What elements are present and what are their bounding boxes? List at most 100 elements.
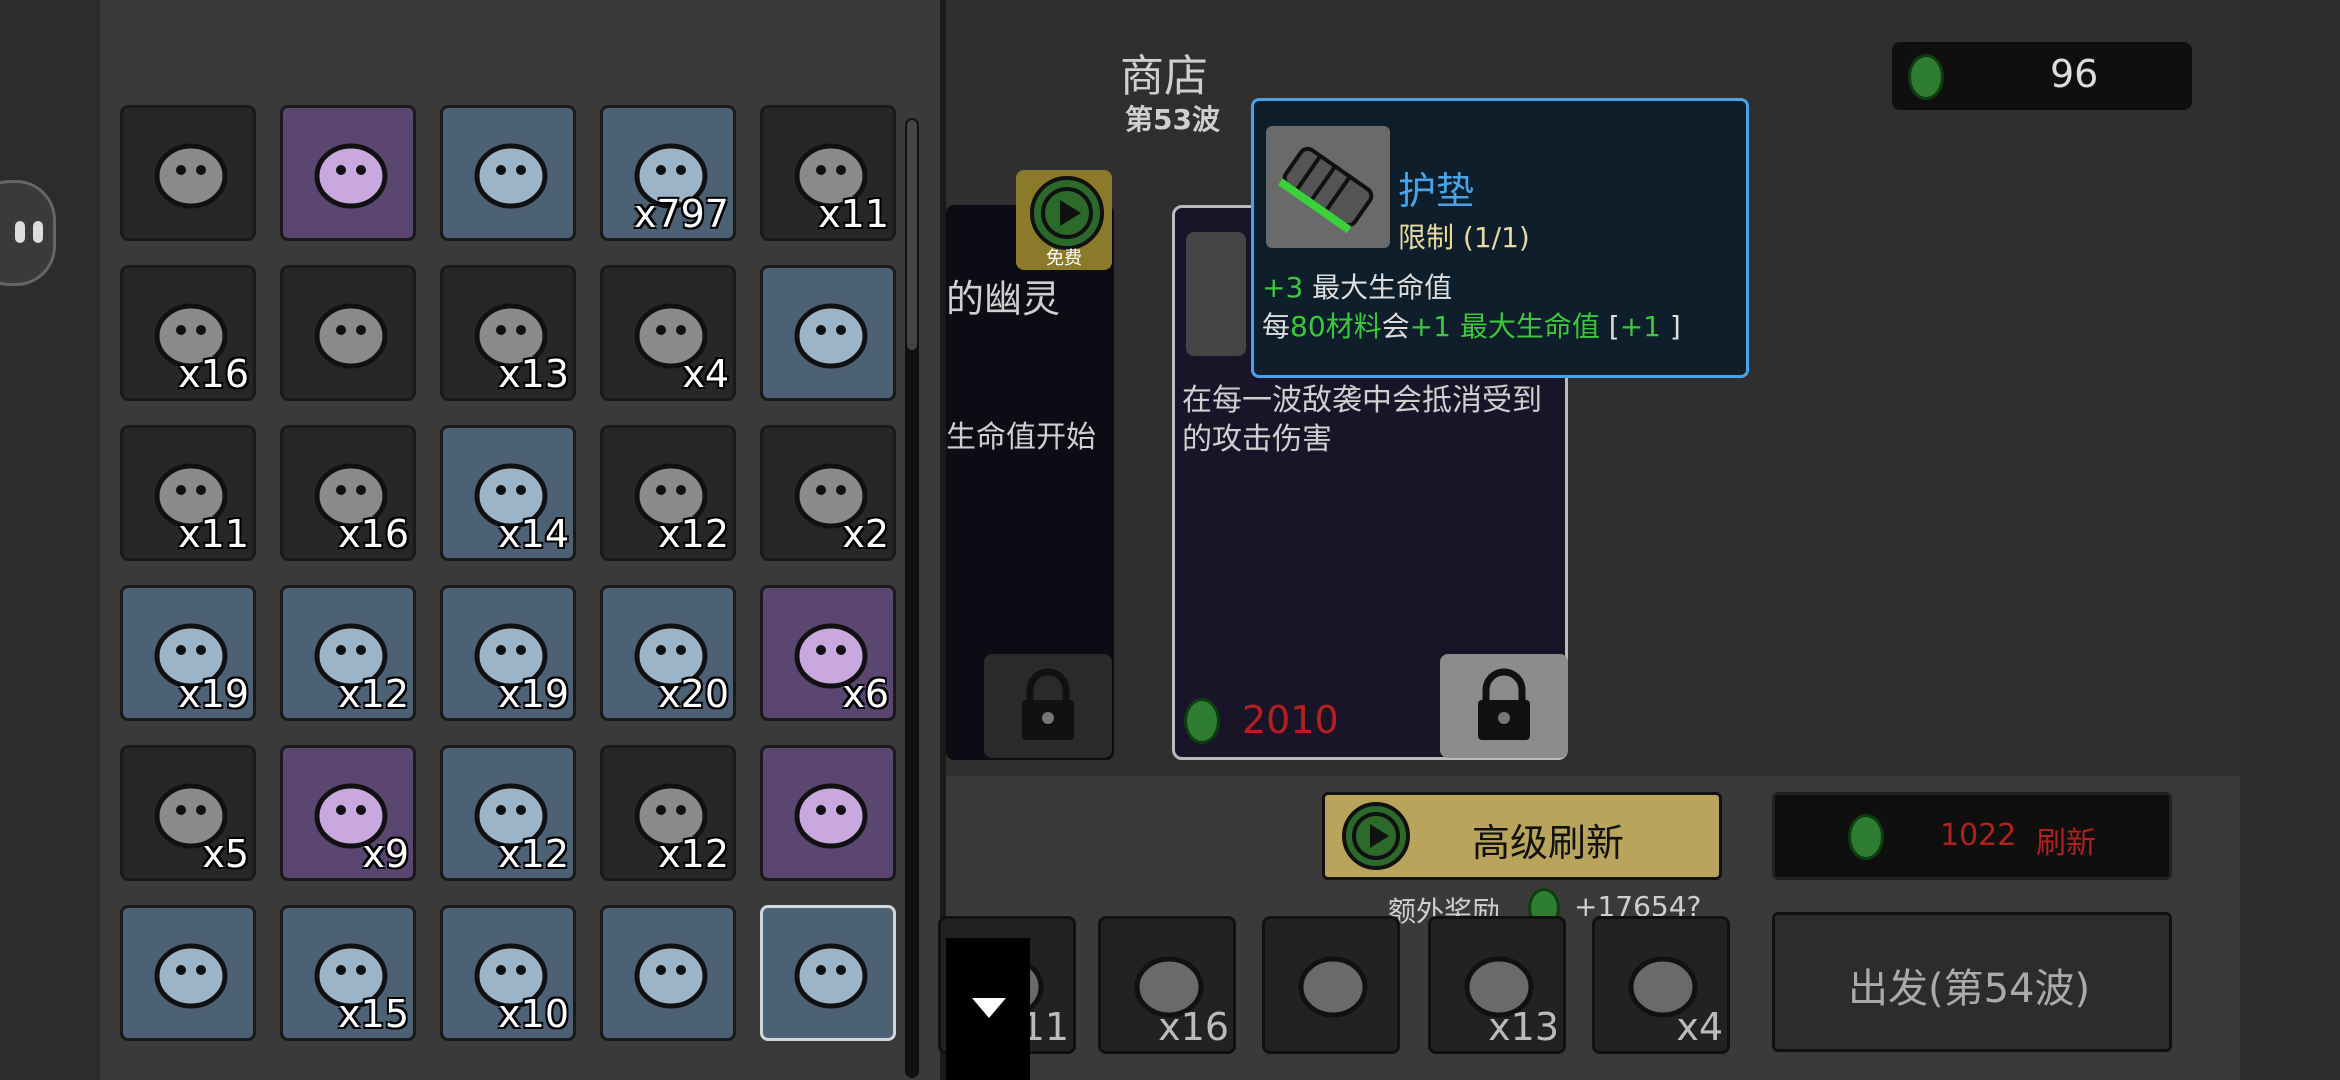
item-count: x19 <box>178 672 249 716</box>
item-count: x14 <box>498 512 569 556</box>
item-count: x9 <box>362 832 409 876</box>
piggy-bank-icon <box>783 286 879 382</box>
item-count: x19 <box>498 672 569 716</box>
shop-title: 商店 <box>1120 51 1208 102</box>
equipped-item-slot[interactable] <box>1262 916 1400 1054</box>
inventory-slot[interactable]: x16 <box>120 265 256 401</box>
inventory-slot[interactable] <box>120 105 256 241</box>
inventory-slot[interactable]: x19 <box>120 585 256 721</box>
equipped-item-slot[interactable]: x13 <box>1428 916 1566 1054</box>
equipped-item-slot[interactable]: x16 <box>1098 916 1236 1054</box>
assistant-bubble-icon[interactable] <box>0 180 56 286</box>
item-count: x12 <box>658 832 729 876</box>
material-coin-icon <box>1184 698 1220 744</box>
item-price: 2010 <box>1242 698 1339 742</box>
inventory-slot[interactable]: x12 <box>280 585 416 721</box>
refresh-label: 刷新 <box>2036 826 2096 861</box>
play-ad-icon[interactable] <box>1030 176 1104 250</box>
inventory-slot[interactable]: x14 <box>440 425 576 561</box>
inventory-slot[interactable] <box>280 265 416 401</box>
tooltip-stat-line1: +3 最大生命值 <box>1262 266 1452 306</box>
item-count: x16 <box>338 512 409 556</box>
tooltip-item-name: 护垫 <box>1398 169 1475 213</box>
inventory-slot[interactable] <box>120 905 256 1041</box>
inventory-slot[interactable]: x16 <box>280 425 416 561</box>
purple-ring-icon <box>143 126 239 222</box>
lock-icon <box>1022 668 1074 740</box>
inventory-scrollbar-thumb[interactable] <box>907 120 917 350</box>
item-count: x16 <box>1158 1005 1229 1049</box>
item-count: x4 <box>682 352 729 396</box>
item-count: x12 <box>658 512 729 556</box>
inventory-slot[interactable]: x9 <box>280 745 416 881</box>
lock-icon <box>1478 668 1530 740</box>
inventory-slot[interactable]: x11 <box>120 425 256 561</box>
materials-value: 96 <box>2050 52 2099 96</box>
inventory-slot[interactable]: x19 <box>440 585 576 721</box>
item-count: x12 <box>498 832 569 876</box>
equipped-item-slot[interactable]: x4 <box>1592 916 1730 1054</box>
inventory-slot[interactable]: x13 <box>440 265 576 401</box>
item-description-line2: 的攻击伤害 <box>1182 422 1332 457</box>
ice-cube-icon <box>143 926 239 1022</box>
material-coin-icon <box>1908 54 1944 100</box>
inventory-slot[interactable] <box>600 905 736 1041</box>
stat-amount: 80材料 <box>1290 310 1382 343</box>
inventory-slot[interactable] <box>760 905 896 1041</box>
item-count: x20 <box>658 672 729 716</box>
play-ad-icon[interactable] <box>1342 802 1410 870</box>
inventory-slot[interactable]: x12 <box>600 745 736 881</box>
inventory-slot[interactable] <box>440 105 576 241</box>
item-count: x2 <box>842 512 889 556</box>
stat-mid: 会 <box>1381 310 1410 343</box>
tooltip-limit: 限制 (1/1) <box>1398 221 1530 254</box>
lock-button[interactable] <box>1440 654 1568 758</box>
right-edge <box>2240 0 2340 1080</box>
inventory-slot[interactable]: x6 <box>760 585 896 721</box>
item-count: x13 <box>498 352 569 396</box>
stat-value: +3 <box>1262 271 1304 304</box>
item-count: x4 <box>1676 1005 1723 1049</box>
stat-prefix: 每 <box>1262 310 1291 343</box>
item-count: x13 <box>1488 1005 1559 1049</box>
inventory-slot[interactable] <box>280 105 416 241</box>
tooltip-stat-line2: 每80材料会+1 最大生命值 [+1 ] <box>1262 305 1681 345</box>
inventory-slot[interactable]: x12 <box>440 745 576 881</box>
inventory-slot[interactable]: x2 <box>760 425 896 561</box>
chevron-down-icon <box>972 998 1006 1018</box>
padding-icon <box>783 926 879 1022</box>
ruined-house-icon <box>623 926 719 1022</box>
inventory-slot[interactable]: x12 <box>600 425 736 561</box>
item-count: x15 <box>338 992 409 1036</box>
lock-button[interactable] <box>984 654 1112 758</box>
tooth-icon <box>303 286 399 382</box>
item-count: x5 <box>202 832 249 876</box>
material-coin-icon <box>1848 814 1884 860</box>
inventory-slot[interactable]: x10 <box>440 905 576 1041</box>
padding-icon <box>1266 126 1390 248</box>
left-edge <box>0 0 100 1080</box>
inventory-slot[interactable]: x4 <box>600 265 736 401</box>
bracket-close: ] <box>1660 310 1681 343</box>
inventory-slot[interactable] <box>760 745 896 881</box>
inventory-slot[interactable] <box>760 265 896 401</box>
inventory-slot[interactable]: x15 <box>280 905 416 1041</box>
inventory-slot[interactable]: x797 <box>600 105 736 241</box>
item-count: x16 <box>178 352 249 396</box>
item-count: x6 <box>842 672 889 716</box>
item-name: 的幽灵 <box>946 277 1061 321</box>
start-wave-label: 出发(第54波) <box>1848 966 2091 1012</box>
inventory-slot[interactable]: x11 <box>760 105 896 241</box>
tooth-icon <box>1285 937 1381 1033</box>
free-label: 免费 <box>1046 248 1082 269</box>
item-count: x11 <box>818 192 889 236</box>
inventory-slot[interactable]: x20 <box>600 585 736 721</box>
inventory-slot[interactable]: x5 <box>120 745 256 881</box>
item-count: x797 <box>633 192 729 236</box>
wave-label: 第53波 <box>1125 103 1220 136</box>
item-count: x11 <box>178 512 249 556</box>
item-description-line1: 在每一波敌袭中会抵消受到 <box>1182 383 1542 418</box>
clown-face-icon <box>463 126 559 222</box>
refresh-cost: 1022 <box>1940 818 2017 853</box>
round-shield-icon <box>303 126 399 222</box>
